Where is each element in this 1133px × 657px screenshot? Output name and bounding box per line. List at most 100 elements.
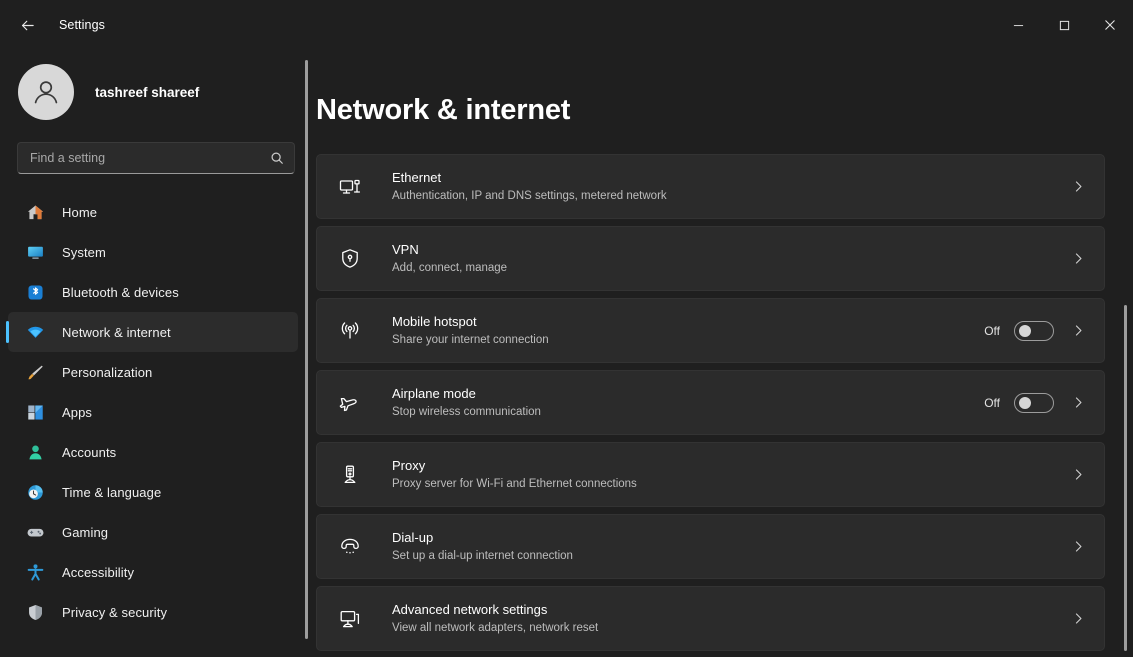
card-vpn[interactable]: VPN Add, connect, manage xyxy=(316,226,1105,291)
sidebar-item-label: Privacy & security xyxy=(62,605,167,620)
sidebar-item-gaming[interactable]: Gaming xyxy=(8,512,298,552)
sidebar-item-network-internet[interactable]: Network & internet xyxy=(8,312,298,352)
card-right: Off xyxy=(984,321,1088,341)
window-title: Settings xyxy=(59,18,105,32)
card-text: Dial-up Set up a dial-up internet connec… xyxy=(392,529,1068,565)
card-right xyxy=(1068,540,1088,553)
search-icon[interactable] xyxy=(270,151,284,165)
sidebar-item-label: Apps xyxy=(62,405,92,420)
sidebar-item-privacy-security[interactable]: Privacy & security xyxy=(8,592,298,632)
card-subtitle: Add, connect, manage xyxy=(392,260,1068,276)
sidebar-item-accessibility[interactable]: Accessibility xyxy=(8,552,298,592)
accounts-icon xyxy=(24,441,46,463)
window-body: tashreef shareef xyxy=(0,50,1133,657)
sidebar-item-personalization[interactable]: Personalization xyxy=(8,352,298,392)
card-dial-up[interactable]: Dial-up Set up a dial-up internet connec… xyxy=(316,514,1105,579)
chevron-right-icon[interactable] xyxy=(1068,252,1088,265)
maximize-button[interactable] xyxy=(1041,0,1087,50)
card-title: Advanced network settings xyxy=(392,601,1068,619)
close-button[interactable] xyxy=(1087,0,1133,50)
sidebar-item-accounts[interactable]: Accounts xyxy=(8,432,298,472)
search-container xyxy=(0,128,312,174)
close-icon xyxy=(1104,19,1116,31)
account-name: tashreef shareef xyxy=(95,85,199,100)
sidebar-item-bluetooth-devices[interactable]: Bluetooth & devices xyxy=(8,272,298,312)
airplane-mode-toggle[interactable] xyxy=(1014,393,1054,413)
card-right xyxy=(1068,468,1088,481)
paintbrush-icon xyxy=(24,361,46,383)
main-scrollbar[interactable] xyxy=(1124,150,1127,655)
page-title: Network & internet xyxy=(316,94,1105,127)
chevron-right-icon[interactable] xyxy=(1068,468,1088,481)
sidebar-item-label: Personalization xyxy=(62,365,152,380)
settings-card-list: Ethernet Authentication, IP and DNS sett… xyxy=(316,154,1105,651)
card-ethernet[interactable]: Ethernet Authentication, IP and DNS sett… xyxy=(316,154,1105,219)
card-subtitle: View all network adapters, network reset xyxy=(392,620,1068,636)
sidebar: tashreef shareef xyxy=(0,50,312,657)
chevron-right-icon[interactable] xyxy=(1068,396,1088,409)
card-text: VPN Add, connect, manage xyxy=(392,241,1068,277)
card-subtitle: Stop wireless communication xyxy=(392,404,984,420)
main-scrollbar-thumb[interactable] xyxy=(1124,305,1127,651)
sidebar-item-label: Home xyxy=(62,205,97,220)
minimize-icon xyxy=(1013,20,1024,31)
search-input[interactable] xyxy=(30,151,270,165)
card-title: Mobile hotspot xyxy=(392,313,984,331)
sidebar-item-label: Accessibility xyxy=(62,565,134,580)
proxy-server-icon xyxy=(335,460,365,490)
toggle-knob xyxy=(1019,397,1031,409)
sidebar-item-system[interactable]: System xyxy=(8,232,298,272)
back-button[interactable] xyxy=(10,10,44,40)
card-text: Proxy Proxy server for Wi-Fi and Etherne… xyxy=(392,457,1068,493)
user-avatar-icon xyxy=(29,75,63,109)
sidebar-scrollbar[interactable] xyxy=(305,54,308,649)
chevron-right-icon[interactable] xyxy=(1068,540,1088,553)
card-text: Advanced network settings View all netwo… xyxy=(392,601,1068,637)
card-airplane-mode[interactable]: Airplane mode Stop wireless communicatio… xyxy=(316,370,1105,435)
card-advanced-network-settings[interactable]: Advanced network settings View all netwo… xyxy=(316,586,1105,651)
avatar xyxy=(18,64,74,120)
sidebar-item-label: Gaming xyxy=(62,525,108,540)
card-subtitle: Proxy server for Wi-Fi and Ethernet conn… xyxy=(392,476,1068,492)
sidebar-item-apps[interactable]: Apps xyxy=(8,392,298,432)
card-right: Off xyxy=(984,393,1088,413)
gamepad-icon xyxy=(24,521,46,543)
advanced-network-icon xyxy=(335,604,365,634)
sidebar-item-label: Time & language xyxy=(62,485,161,500)
minimize-button[interactable] xyxy=(995,0,1041,50)
clock-icon xyxy=(24,481,46,503)
card-subtitle: Authentication, IP and DNS settings, met… xyxy=(392,188,1068,204)
accessibility-icon xyxy=(24,561,46,583)
card-title: Proxy xyxy=(392,457,1068,475)
airplane-icon xyxy=(335,388,365,418)
back-arrow-icon xyxy=(19,17,36,34)
search-box[interactable] xyxy=(17,142,295,174)
account-block[interactable]: tashreef shareef xyxy=(0,50,312,128)
card-subtitle: Share your internet connection xyxy=(392,332,984,348)
sidebar-item-home[interactable]: Home xyxy=(8,192,298,232)
shield-icon xyxy=(24,601,46,623)
bluetooth-icon xyxy=(24,281,46,303)
sidebar-scrollbar-thumb[interactable] xyxy=(305,60,308,639)
card-title: Ethernet xyxy=(392,169,1068,187)
card-proxy[interactable]: Proxy Proxy server for Wi-Fi and Etherne… xyxy=(316,442,1105,507)
chevron-right-icon[interactable] xyxy=(1068,324,1088,337)
title-bar: Settings xyxy=(0,0,1133,50)
chevron-right-icon[interactable] xyxy=(1068,612,1088,625)
vpn-shield-icon xyxy=(335,244,365,274)
sidebar-item-label: Network & internet xyxy=(62,325,171,340)
window-controls xyxy=(995,0,1133,50)
apps-icon xyxy=(24,401,46,423)
wifi-icon xyxy=(24,321,46,343)
sidebar-item-label: Bluetooth & devices xyxy=(62,285,179,300)
card-title: Airplane mode xyxy=(392,385,984,403)
card-title: Dial-up xyxy=(392,529,1068,547)
main-content: Network & internet xyxy=(312,50,1133,657)
mobile-hotspot-toggle[interactable] xyxy=(1014,321,1054,341)
sidebar-item-time-language[interactable]: Time & language xyxy=(8,472,298,512)
card-text: Mobile hotspot Share your internet conne… xyxy=(392,313,984,349)
sidebar-nav: Home System xyxy=(0,192,312,657)
card-mobile-hotspot[interactable]: Mobile hotspot Share your internet conne… xyxy=(316,298,1105,363)
chevron-right-icon[interactable] xyxy=(1068,180,1088,193)
sidebar-item-label: Accounts xyxy=(62,445,116,460)
